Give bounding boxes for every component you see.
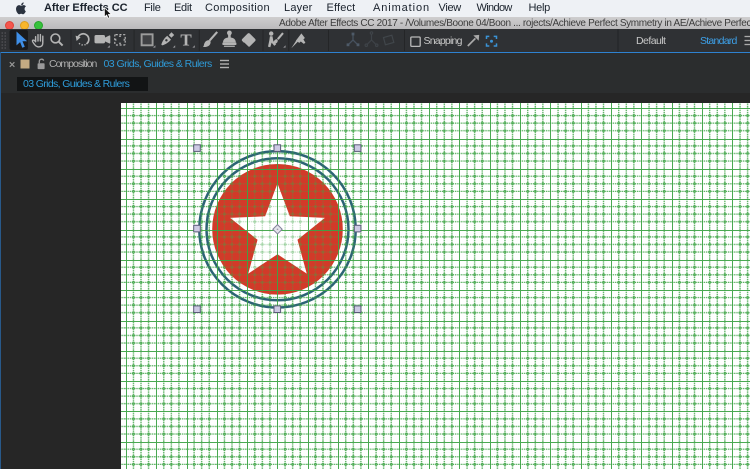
svg-text:T: T (180, 31, 192, 50)
